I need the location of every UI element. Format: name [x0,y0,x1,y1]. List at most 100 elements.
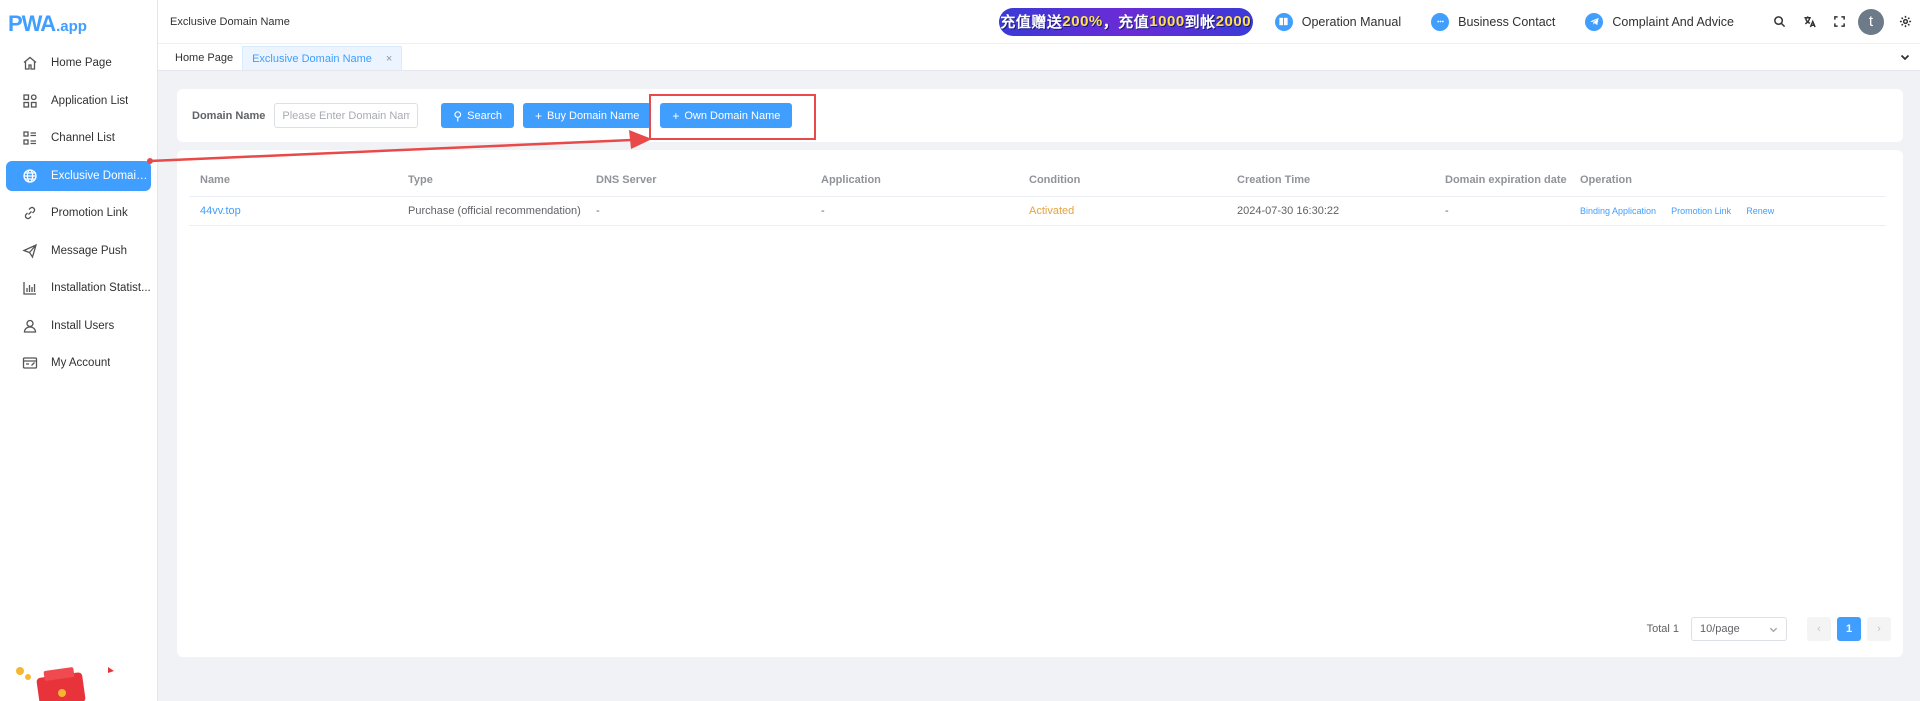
plus-icon: + [672,108,680,123]
sidebar-item-message-push[interactable]: Message Push [6,236,151,266]
send-icon [22,243,38,259]
tab-exclusive-domain-name[interactable]: Exclusive Domain Name × [242,46,403,70]
search-button-label: Search [467,109,503,122]
banner-amt2: 2000 [1215,13,1252,30]
application-cell: - [810,196,1018,226]
creation-time-cell: 2024-07-30 16:30:22 [1226,196,1434,226]
link-icon [22,205,38,221]
search-button[interactable]: ⚲ Search [441,103,515,128]
top-header: Exclusive Domain Name 充值赠送 200% ，充值 1000 到帐 2… [158,0,1920,44]
total-count: Total 1 [1646,623,1679,635]
telegram-icon [1585,12,1604,31]
business-contact-link[interactable]: Business Contact [1431,12,1556,31]
column-header: Operation [1569,164,1886,197]
fullscreen-icon[interactable] [1824,15,1854,28]
own-domain-label: Own Domain Name [684,109,781,122]
home-icon [22,55,38,71]
condition-cell: Activated [1018,196,1226,226]
renew-link[interactable]: Renew [1746,206,1774,216]
close-icon[interactable]: × [386,53,392,65]
own-domain-button[interactable]: + Own Domain Name [660,103,793,128]
sidebar-item-home[interactable]: Home Page [6,48,151,78]
column-header: Name [189,164,397,197]
sidebar-item-application-list[interactable]: Application List [6,86,151,116]
page-title: Exclusive Domain Name [170,15,290,28]
sidebar-item-exclusive-domain[interactable]: Exclusive Domain... [6,160,151,191]
book-icon [1274,12,1293,31]
sidebar-item-channel-list[interactable]: Channel List [6,123,151,153]
avatar[interactable]: t [1858,8,1884,35]
operation-cell: Binding Application Promotion Link Renew [1569,196,1886,226]
app-logo[interactable]: PWA .app [0,0,157,48]
search-icon[interactable] [1764,15,1794,28]
page-size-select[interactable]: 10/page [1691,617,1787,641]
business-contact-label: Business Contact [1458,14,1556,29]
sidebar-item-label: Application List [51,94,129,107]
promotion-link-link[interactable]: Promotion Link [1671,206,1731,216]
sidebar-item-label: Exclusive Domain... [51,169,151,182]
banner-text-1: 充值赠送 [1000,14,1063,31]
column-header: Application [810,164,1018,197]
domain-name-link[interactable]: 44vv.top [189,196,397,226]
domain-name-label: Domain Name [192,109,266,122]
pagination: Total 1 10/page ‹ 1 › [1647,617,1891,641]
red-envelope-promo-icon[interactable] [8,661,118,701]
banner-text-3: 到帐 [1184,14,1216,31]
page-number-button[interactable]: 1 [1837,617,1861,641]
list-icon [22,130,38,146]
chevron-down-icon[interactable] [1900,51,1910,61]
complaint-advice-link[interactable]: Complaint And Advice [1585,12,1734,31]
plus-icon: + [535,108,543,123]
domain-table: Name Type DNS Server Application Conditi… [189,164,1886,226]
table-header-row: Name Type DNS Server Application Conditi… [189,164,1886,197]
bar-chart-icon [22,280,38,296]
banner-pct: 200% [1062,13,1103,30]
globe-icon [22,168,38,184]
prev-page-button[interactable]: ‹ [1807,617,1831,641]
sidebar-item-install-users[interactable]: Install Users [6,311,151,341]
next-page-button[interactable]: › [1867,617,1891,641]
expiration-date-cell: - [1434,196,1569,226]
user-icon [22,318,38,334]
buy-domain-button[interactable]: + Buy Domain Name [523,103,652,128]
type-cell: Purchase (official recommendation) [397,196,585,226]
sidebar-item-label: Channel List [51,132,115,144]
translate-icon[interactable] [1794,15,1824,28]
sidebar: PWA .app Home Page Application List Chan… [0,0,158,701]
page-size-value: 10/page [1700,623,1740,635]
binding-application-link[interactable]: Binding Application [1580,206,1656,216]
operation-manual-link[interactable]: Operation Manual [1274,12,1402,31]
sidebar-item-promotion-link[interactable]: Promotion Link [6,198,151,228]
table-row: 44vv.top Purchase (official recommendati… [189,196,1886,226]
sidebar-menu: Home Page Application List Channel List … [0,48,157,378]
search-icon: ⚲ [453,108,463,123]
logo-mark: PWA [8,11,56,36]
gear-icon[interactable] [1890,15,1920,28]
column-header: Creation Time [1226,164,1434,197]
sidebar-item-label: Home Page [51,57,112,69]
sidebar-item-label: Message Push [51,244,128,257]
logo-suffix: .app [56,17,87,35]
column-header: Condition [1018,164,1226,197]
banner-amt1: 1000 [1149,13,1185,30]
tab-label: Home Page [175,52,234,64]
column-header: DNS Server [585,164,810,197]
banner-text-2: ，充值 [1102,14,1150,31]
filter-card: Domain Name ⚲ Search + Buy Domain Name +… [177,89,1903,142]
sidebar-item-my-account[interactable]: My Account [6,348,151,378]
column-header: Type [397,164,585,197]
grid-icon [22,93,38,109]
tabs-bar: Home Page Exclusive Domain Name × [158,44,1920,71]
dns-server-cell: - [585,196,810,226]
sidebar-item-label: Install Users [51,319,115,332]
account-card-icon [22,355,38,371]
sidebar-item-label: Promotion Link [51,207,128,219]
buy-domain-label: Buy Domain Name [547,109,640,122]
tab-home-page[interactable]: Home Page [166,46,242,70]
sidebar-item-label: Installation Statist... [51,282,151,294]
recharge-bonus-banner[interactable]: 充值赠送 200% ，充值 1000 到帐 2000 [998,7,1253,36]
operation-manual-label: Operation Manual [1301,14,1402,29]
tab-label: Exclusive Domain Name [252,52,372,65]
domain-name-input[interactable] [274,103,419,128]
sidebar-item-installation-statistics[interactable]: Installation Statist... [6,273,151,303]
